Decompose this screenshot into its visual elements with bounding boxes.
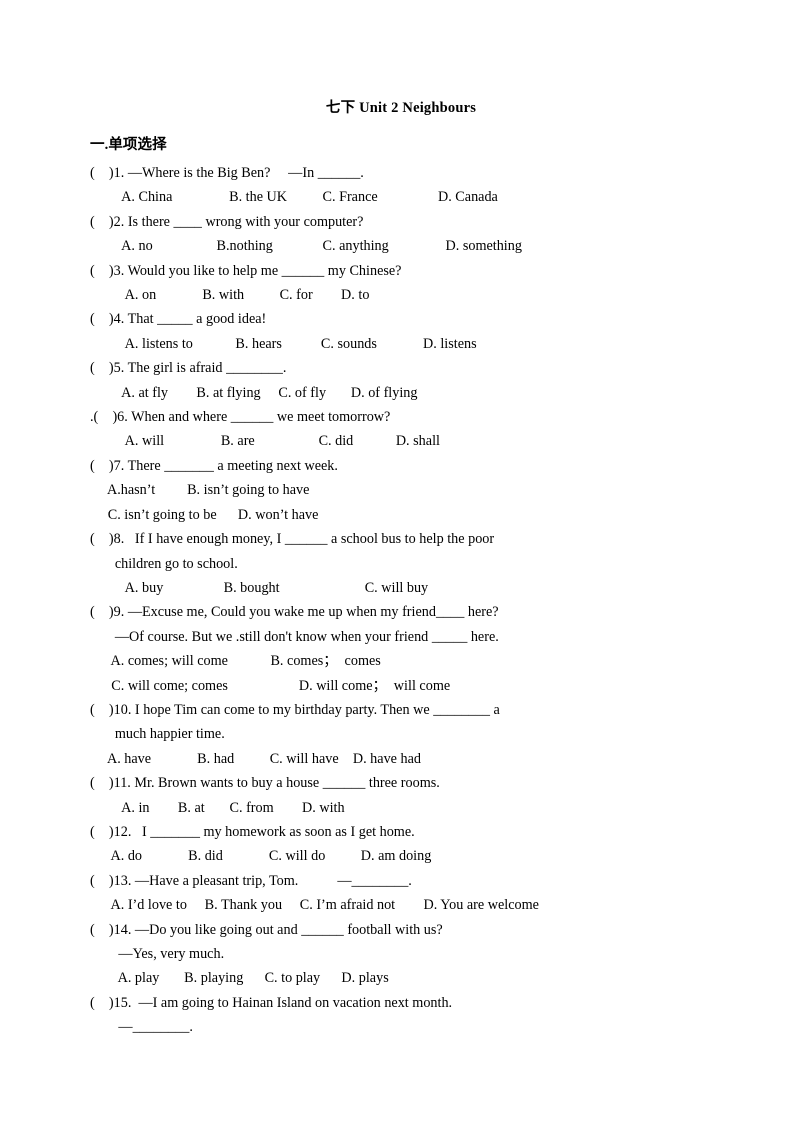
- answer-bracket[interactable]: ( )13.: [90, 873, 135, 889]
- answer-bracket[interactable]: ( )10.: [90, 702, 135, 718]
- question-stem-line: ( )12. I _______ my homework as soon as …: [90, 820, 720, 844]
- question-item: ( )1. —Where is the Big Ben? —In ______.…: [90, 161, 720, 210]
- question-stem-line: ( )14. —Do you like going out and ______…: [90, 918, 720, 942]
- answer-bracket[interactable]: ( )4.: [90, 311, 128, 327]
- answer-bracket[interactable]: ( )9.: [90, 604, 128, 620]
- option-row[interactable]: A. do B. did C. will do D. am doing: [90, 844, 720, 868]
- question-stem-line: ( )1. —Where is the Big Ben? —In ______.: [90, 161, 720, 185]
- question-stem-line: ( )7. There _______ a meeting next week.: [90, 454, 720, 478]
- option-row[interactable]: A. at fly B. at flying C. of fly D. of f…: [90, 381, 720, 405]
- question-item: ( )3. Would you like to help me ______ m…: [90, 259, 720, 308]
- answer-bracket[interactable]: ( )3.: [90, 263, 128, 279]
- question-stem-line: ( )3. Would you like to help me ______ m…: [90, 259, 720, 283]
- question-stem-line: ( )4. That _____ a good idea!: [90, 307, 720, 331]
- question-text: If I have enough money, I ______ a schoo…: [131, 531, 495, 548]
- option-row[interactable]: A. on B. with C. for D. to: [90, 283, 720, 307]
- question-text: When and where ______ we meet tomorrow?: [131, 409, 391, 426]
- answer-bracket[interactable]: ( )11.: [90, 775, 134, 791]
- answer-bracket[interactable]: ( )12.: [90, 824, 138, 840]
- question-text-continuation: children go to school.: [90, 555, 238, 572]
- question-text-continuation: much happier time.: [90, 726, 225, 743]
- question-text: I _______ my homework as soon as I get h…: [138, 823, 415, 840]
- option-row[interactable]: A. will B. are C. did D. shall: [90, 429, 720, 453]
- question-item: ( )2. Is there ____ wrong with your comp…: [90, 210, 720, 259]
- question-text: —I am going to Hainan Island on vacation…: [138, 994, 453, 1011]
- question-stem-line: ( )10. I hope Tim can come to my birthda…: [90, 698, 720, 722]
- option-row[interactable]: C. isn’t going to be D. won’t have: [90, 503, 720, 527]
- question-item: ( )13. —Have a pleasant trip, Tom. —____…: [90, 869, 720, 918]
- option-row[interactable]: A. buy B. bought C. will buy: [90, 576, 720, 600]
- option-row[interactable]: A. comes; will come B. comes； comes: [90, 649, 720, 673]
- question-stem-line: ( )11. Mr. Brown wants to buy a house __…: [90, 771, 720, 795]
- question-text-continuation: —Of course. But we .still don't know whe…: [90, 628, 499, 645]
- question-list: ( )1. —Where is the Big Ben? —In ______.…: [90, 161, 720, 1040]
- question-stem-line: ( )8. If I have enough money, I ______ a…: [90, 527, 720, 551]
- question-text-continuation: —________.: [90, 1019, 193, 1036]
- question-stem-line: ( )13. —Have a pleasant trip, Tom. —____…: [90, 869, 720, 893]
- answer-bracket[interactable]: .( )6.: [90, 409, 131, 425]
- question-stem-line: ( )15. —I am going to Hainan Island on v…: [90, 991, 720, 1015]
- option-row[interactable]: C. will come; comes D. will come； will c…: [90, 674, 720, 698]
- option-row[interactable]: A. China B. the UK C. France D. Canada: [90, 185, 720, 209]
- answer-bracket[interactable]: ( )2.: [90, 214, 128, 230]
- answer-bracket[interactable]: ( )8.: [90, 531, 131, 547]
- question-stem-line: .( )6. When and where ______ we meet tom…: [90, 405, 720, 429]
- question-text: Mr. Brown wants to buy a house ______ th…: [134, 775, 440, 792]
- question-text-continuation: —Yes, very much.: [90, 946, 225, 962]
- question-item: .( )6. When and where ______ we meet tom…: [90, 405, 720, 454]
- question-text: —Do you like going out and ______ footba…: [134, 921, 443, 938]
- question-text: I hope Tim can come to my birthday party…: [134, 701, 500, 718]
- answer-bracket[interactable]: ( )5.: [90, 360, 128, 376]
- page-title: 七下 Unit 2 Neighbours: [325, 100, 477, 116]
- option-row[interactable]: A. in B. at C. from D. with: [90, 796, 720, 820]
- section-heading-multiple-choice: 一.单项选择: [90, 137, 167, 153]
- question-item: ( )8. If I have enough money, I ______ a…: [90, 527, 720, 600]
- option-row[interactable]: A. no B.nothing C. anything D. something: [90, 234, 720, 258]
- option-row[interactable]: A.hasn’t B. isn’t going to have: [90, 478, 720, 502]
- question-item: ( )11. Mr. Brown wants to buy a house __…: [90, 771, 720, 820]
- answer-bracket[interactable]: ( )15.: [90, 995, 138, 1011]
- question-stem-line: ( )5. The girl is afraid ________.: [90, 356, 720, 380]
- option-row[interactable]: A. have B. had C. will have D. have had: [90, 747, 720, 771]
- answer-bracket[interactable]: ( )1.: [90, 165, 128, 181]
- question-text: —Have a pleasant trip, Tom. —________.: [134, 872, 412, 889]
- question-item: ( )4. That _____ a good idea! A. listens…: [90, 307, 720, 356]
- answer-bracket[interactable]: ( )14.: [90, 922, 135, 938]
- option-row[interactable]: A. listens to B. hears C. sounds D. list…: [90, 332, 720, 356]
- question-item: ( )10. I hope Tim can come to my birthda…: [90, 698, 720, 771]
- question-item: ( )14. —Do you like going out and ______…: [90, 918, 720, 991]
- question-text: —Excuse me, Could you wake me up when my…: [127, 604, 499, 621]
- question-text: There _______ a meeting next week.: [127, 457, 338, 474]
- question-text: The girl is afraid ________.: [127, 360, 287, 377]
- question-text: Would you like to help me ______ my Chin…: [127, 262, 402, 279]
- question-item: ( )15. —I am going to Hainan Island on v…: [90, 991, 720, 1040]
- answer-bracket[interactable]: ( )7.: [90, 458, 128, 474]
- question-text: —Where is the Big Ben? —In ______.: [127, 165, 364, 181]
- question-text: Is there ____ wrong with your computer?: [127, 213, 364, 230]
- question-item: ( )9. —Excuse me, Could you wake me up w…: [90, 600, 720, 698]
- question-stem-line: ( )9. —Excuse me, Could you wake me up w…: [90, 600, 720, 624]
- question-item: ( )5. The girl is afraid ________. A. at…: [90, 356, 720, 405]
- question-stem-line: ( )2. Is there ____ wrong with your comp…: [90, 210, 720, 234]
- question-item: ( )12. I _______ my homework as soon as …: [90, 820, 720, 869]
- question-text: That _____ a good idea!: [127, 311, 267, 328]
- option-row[interactable]: A. play B. playing C. to play D. plays: [90, 966, 720, 990]
- worksheet-page: 七下 Unit 2 Neighbours 一.单项选择 ( )1. —Where…: [0, 0, 794, 1123]
- question-item: ( )7. There _______ a meeting next week.…: [90, 454, 720, 527]
- option-row[interactable]: A. I’d love to B. Thank you C. I’m afrai…: [90, 893, 720, 917]
